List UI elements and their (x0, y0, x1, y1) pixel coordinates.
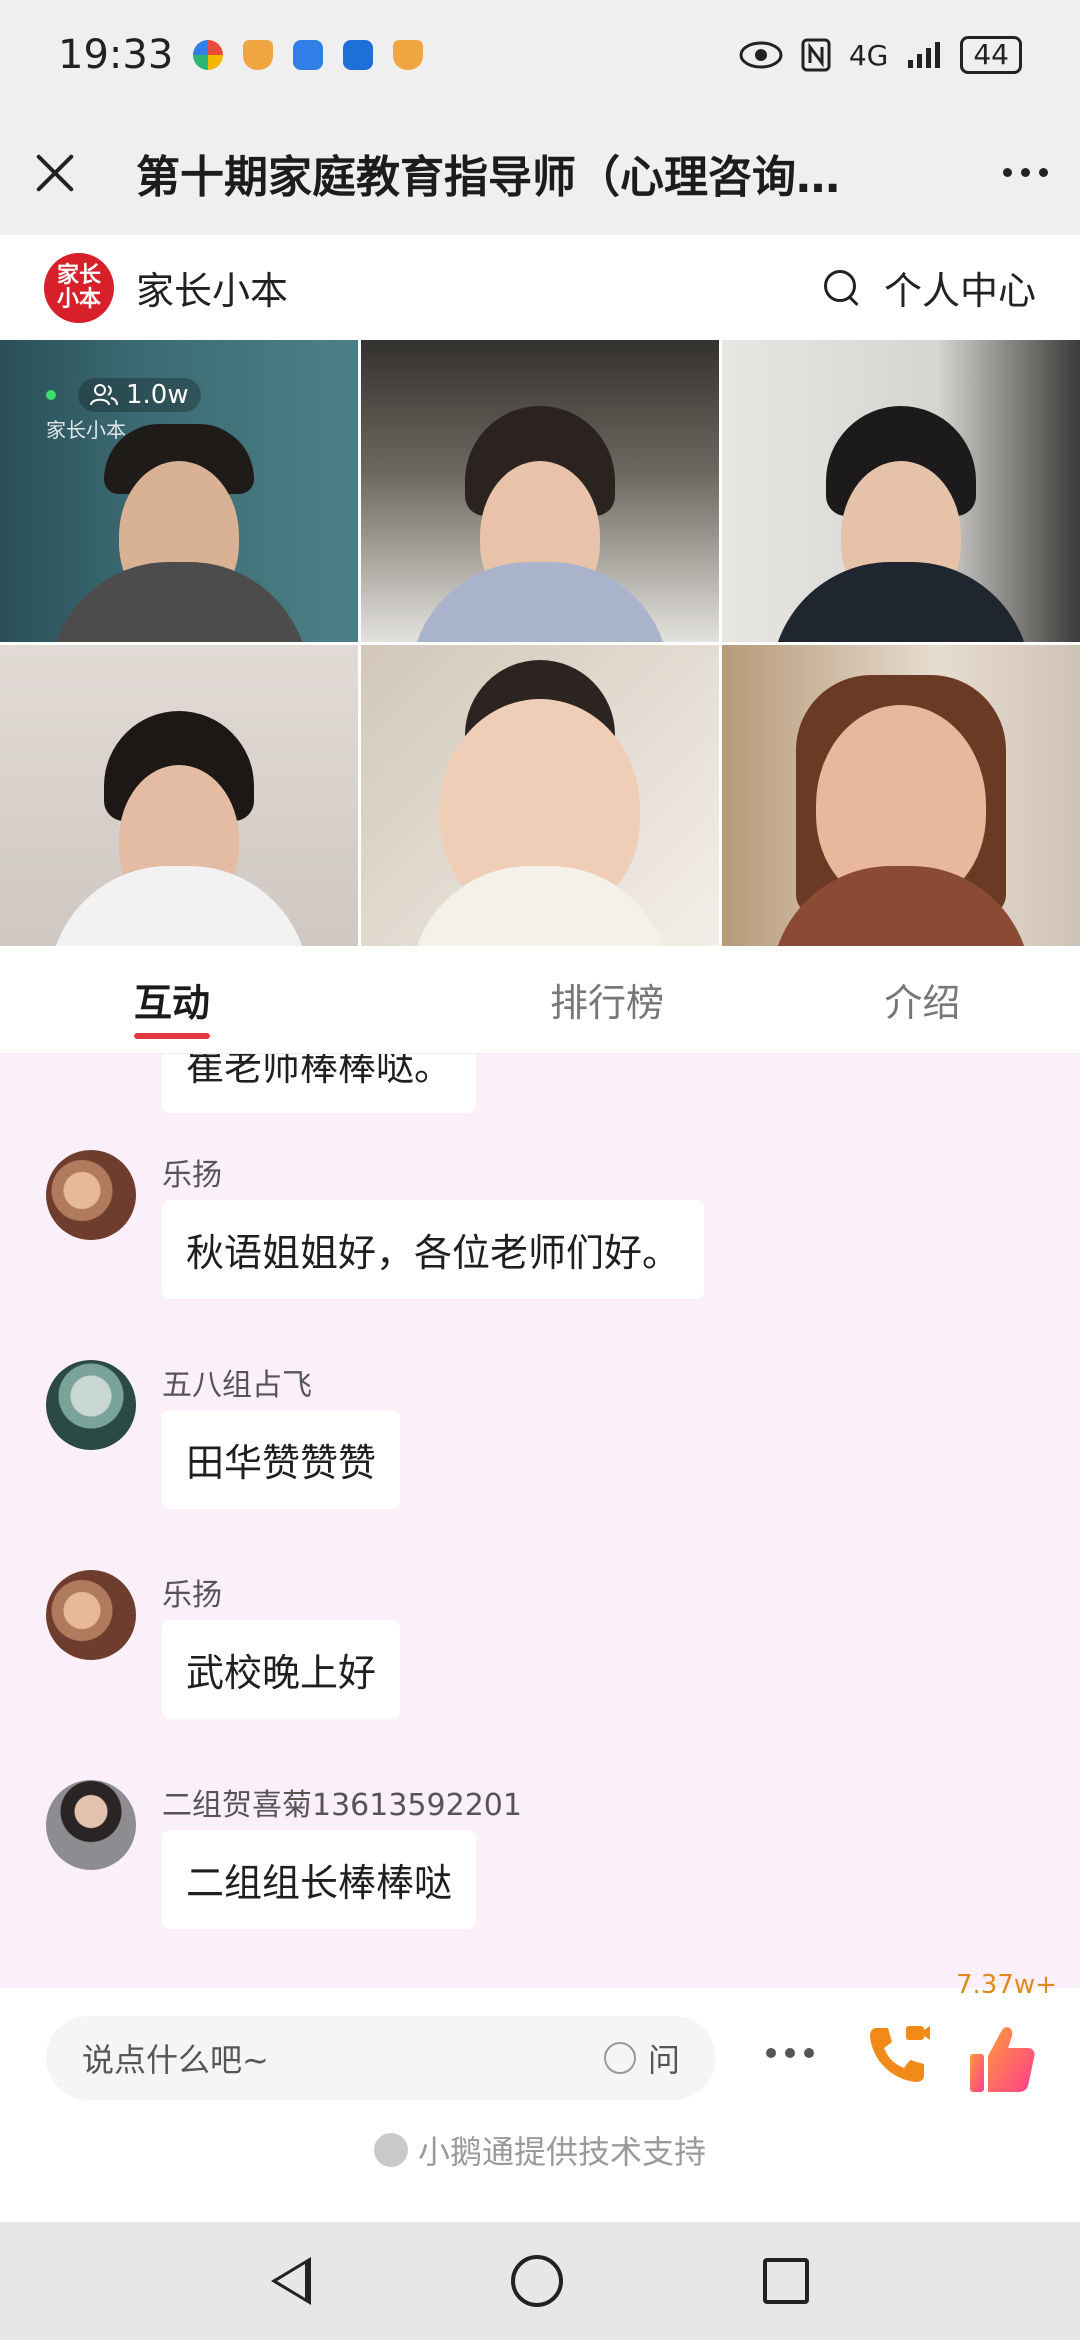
title-bar: 第十期家庭教育指导师（心理咨询… (0, 110, 1080, 235)
signal-icon (908, 42, 941, 68)
user-avatar[interactable] (46, 1780, 136, 1870)
viewer-count: 1.0w (78, 378, 201, 412)
like-count: 7.37w+ (956, 1970, 1057, 2000)
viewer-count-value: 1.0w (126, 380, 189, 410)
chat-username[interactable]: 乐扬 (162, 1570, 222, 1614)
chat-bubble: 二组组长棒棒哒 (162, 1830, 477, 1929)
notification-icons (193, 40, 424, 70)
logo-text: 家长小本 (57, 262, 102, 312)
video-tile-2[interactable] (361, 340, 719, 642)
tab-bar: 互动 排行榜 介绍 (0, 946, 1080, 1054)
chat-username[interactable]: 五八组占飞 (162, 1360, 312, 1404)
brand-bar: 家长小本 家长小本 个人中心 (0, 235, 1080, 340)
arrow-app-icon (343, 40, 374, 70)
brand-name[interactable]: 家长小本 (136, 260, 288, 315)
tech-support-text: 小鹅通提供技术支持 (417, 2133, 706, 2171)
battery-indicator: 44 (960, 36, 1022, 74)
status-time: 19:33 (58, 32, 174, 78)
more-options-button[interactable] (1003, 168, 1048, 177)
network-type: 4G (848, 38, 889, 72)
user-avatar[interactable] (46, 1360, 136, 1450)
shield-icon-2 (393, 40, 424, 70)
watermark-text: 家长小本 (46, 418, 126, 442)
tech-support-footer: 小鹅通提供技术支持 (0, 2120, 1080, 2180)
video-tile-6[interactable] (722, 644, 1080, 946)
comment-input[interactable]: 说点什么吧~ 问 (46, 2016, 716, 2100)
video-tile-4[interactable] (0, 644, 358, 946)
eye-icon (739, 41, 783, 69)
app-notification-icon (193, 40, 224, 70)
ask-label: 问 (647, 2041, 680, 2079)
video-tile-3[interactable] (722, 340, 1080, 642)
chat-username[interactable]: 二组贺喜菊13613592201 (162, 1780, 522, 1824)
user-avatar[interactable] (46, 1150, 136, 1240)
like-thumb-icon[interactable] (966, 2018, 1036, 2098)
video-tile-5[interactable] (361, 644, 719, 946)
chat-bubble: 田华赞赞赞 (162, 1410, 401, 1509)
chat-bubble: 秋语姐姐好，各位老师们好。 (162, 1200, 705, 1299)
page-title: 第十期家庭教育指导师（心理咨询… (136, 151, 840, 203)
phone-call-icon[interactable] (862, 2018, 932, 2088)
personal-center-link[interactable]: 个人中心 (884, 260, 1036, 315)
chat-area[interactable]: 崔老师棒棒哒。 乐扬 秋语姐姐好，各位老师们好。 五八组占飞 田华赞赞赞 乐扬 … (0, 1054, 1080, 1988)
live-overlay: 1.0w 家长小本 (46, 378, 201, 443)
system-nav-bar (0, 2222, 1080, 2340)
tab-interaction[interactable]: 互动 (0, 946, 449, 1053)
close-button[interactable] (32, 150, 78, 196)
user-avatar[interactable] (46, 1570, 136, 1660)
nfc-icon (801, 38, 831, 72)
more-actions-button[interactable] (766, 2048, 814, 2058)
recent-apps-icon[interactable] (763, 2258, 809, 2304)
video-grid[interactable]: 1.0w 家长小本 (0, 340, 1080, 946)
chat-bubble: 崔老师棒棒哒。 (162, 1054, 477, 1113)
back-nav-icon[interactable] (271, 2257, 311, 2305)
ask-question-toggle[interactable]: 问 (603, 2035, 680, 2081)
robot-icon (293, 40, 324, 70)
chat-bubble: 武校晚上好 (162, 1620, 401, 1719)
input-bar: 说点什么吧~ 问 7.37w+ (0, 1970, 1080, 2118)
viewers-icon (90, 384, 118, 406)
status-right: 4G 44 (739, 36, 1022, 74)
tab-leaderboard[interactable]: 排行榜 (449, 946, 764, 1053)
search-icon[interactable] (822, 268, 862, 308)
chat-username[interactable]: 乐扬 (162, 1150, 222, 1194)
home-nav-icon[interactable] (511, 2255, 563, 2307)
tab-introduction[interactable]: 介绍 (765, 946, 1080, 1053)
input-placeholder: 说点什么吧~ (82, 2041, 269, 2079)
shield-icon (243, 40, 274, 70)
brand-logo[interactable]: 家长小本 (44, 252, 114, 323)
video-tile-1[interactable]: 1.0w 家长小本 (0, 340, 358, 642)
status-bar: 19:33 4G 44 (0, 0, 1080, 110)
radio-icon (603, 2042, 636, 2074)
penguin-logo-icon (373, 2133, 408, 2167)
